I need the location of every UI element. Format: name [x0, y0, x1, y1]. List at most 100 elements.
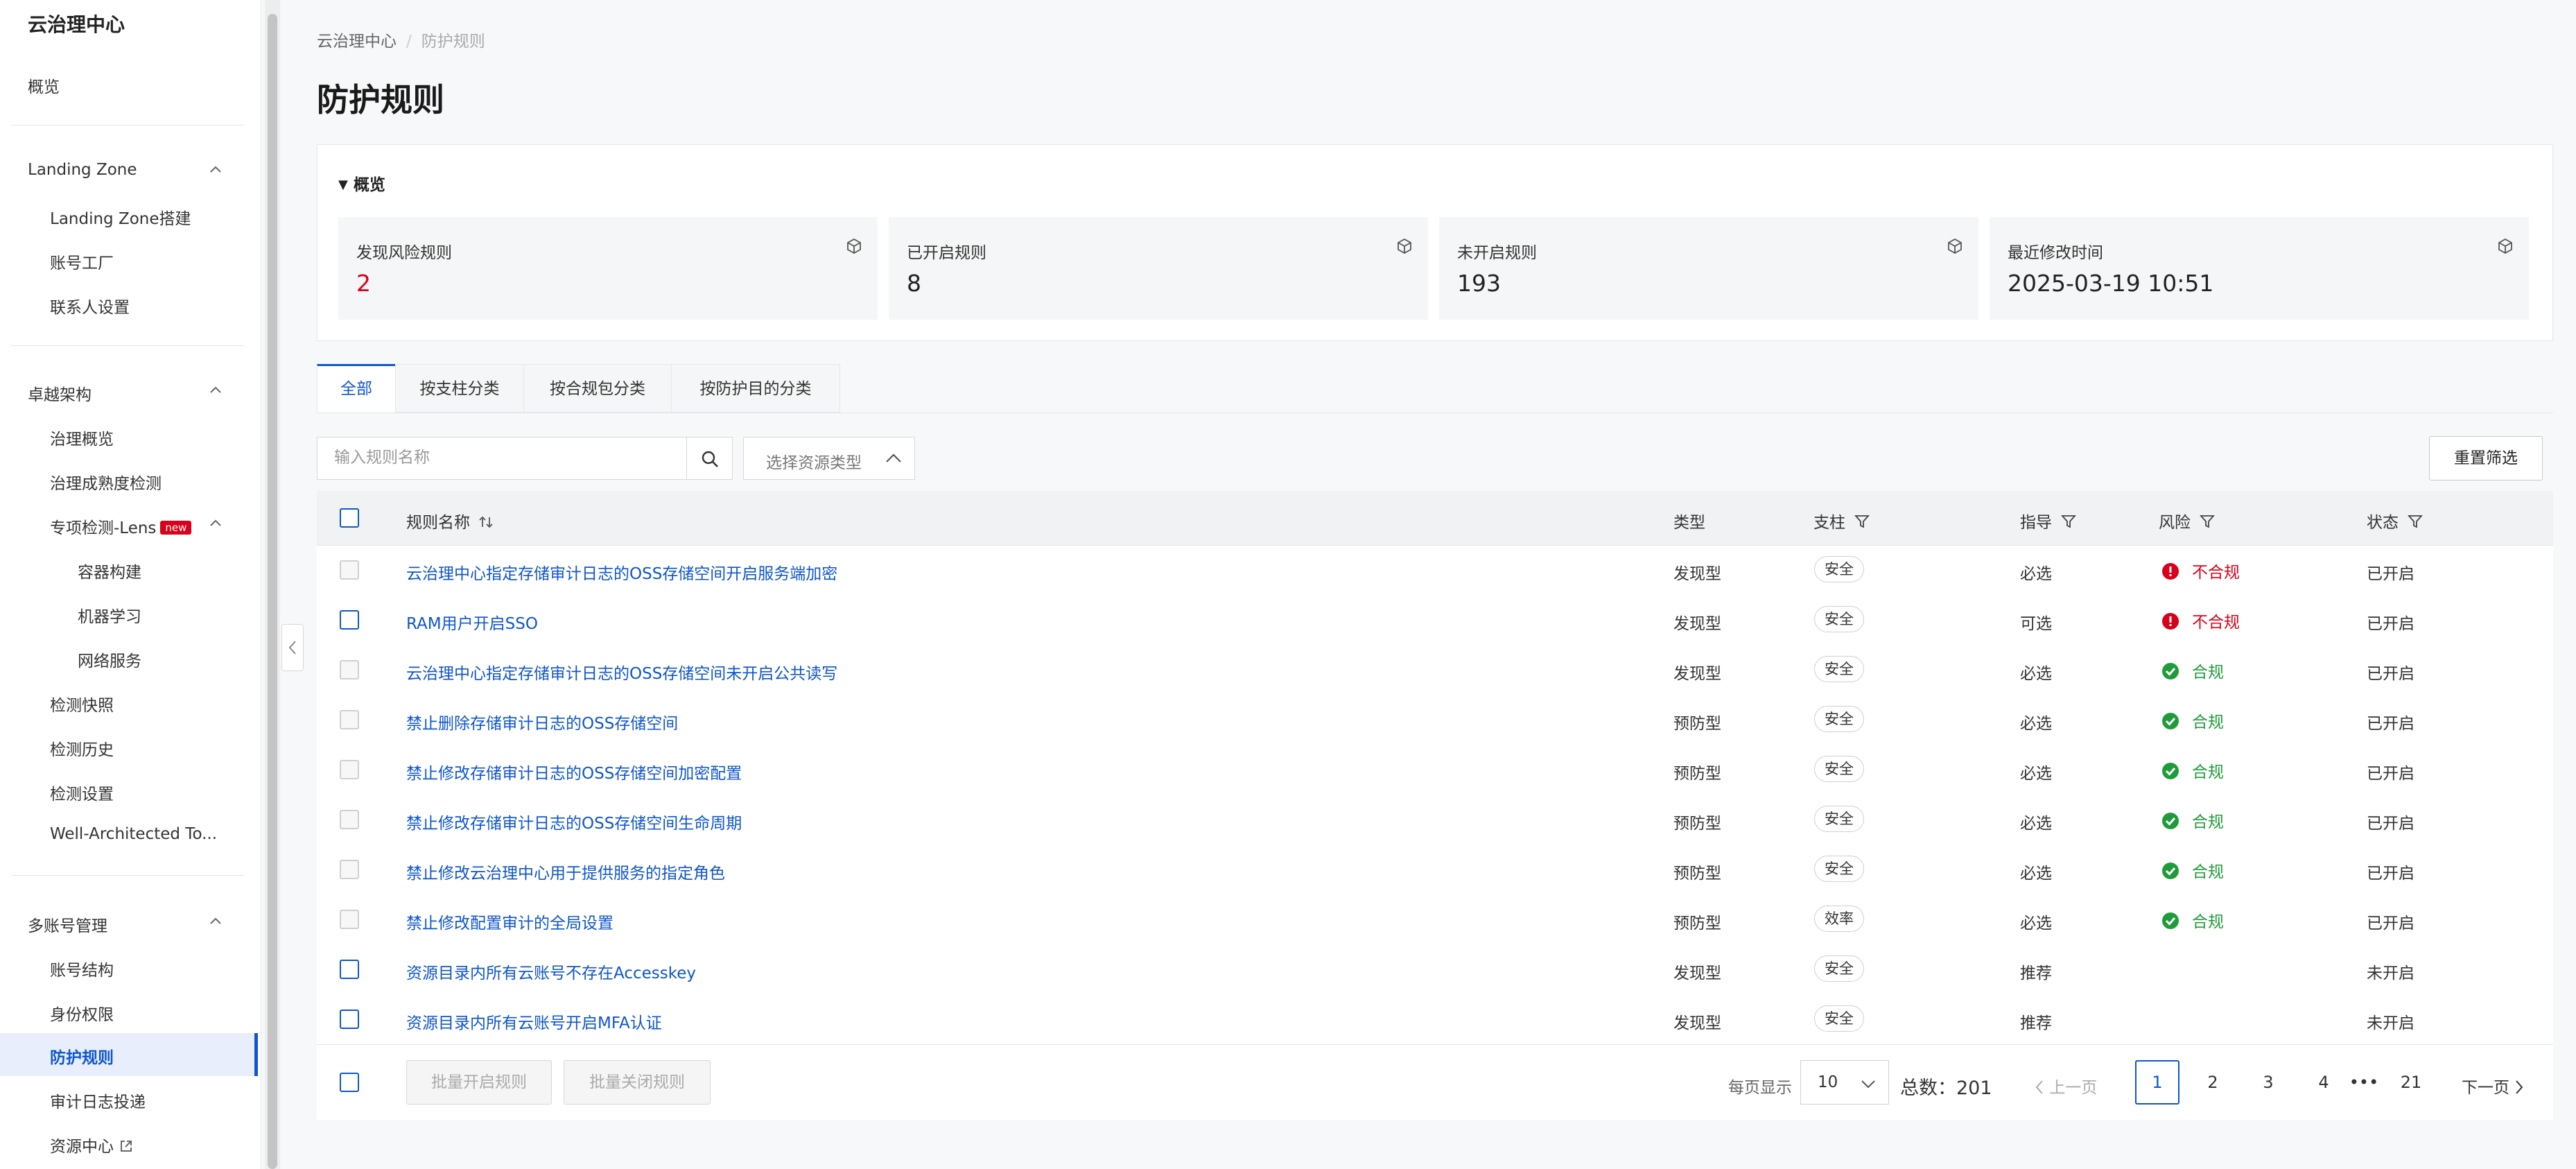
reset-filters-button[interactable]: 重置筛选	[2429, 436, 2543, 480]
sidebar-item-well-architected[interactable]: Well-Architected To...	[50, 825, 217, 843]
sidebar-item-history[interactable]: 检测历史	[50, 736, 114, 760]
guidance-value: 可选	[2020, 615, 2052, 633]
rule-name-link[interactable]: 禁止修改配置审计的全局设置	[406, 910, 613, 933]
cube-icon[interactable]	[846, 238, 862, 254]
filter-icon[interactable]	[2060, 513, 2077, 530]
sidebar-item-network[interactable]: 网络服务	[78, 648, 141, 671]
rule-name-link[interactable]: 资源目录内所有云账号不存在Accesskey	[406, 960, 696, 983]
tab-by-protection-purpose[interactable]: 按防护目的分类	[671, 364, 840, 413]
batch-disable-button[interactable]: 批量关闭规则	[564, 1060, 711, 1105]
sort-icon[interactable]	[478, 514, 494, 530]
risk-status: 合规	[2161, 808, 2224, 832]
row-checkbox[interactable]	[340, 960, 359, 979]
chevron-up-icon[interactable]	[209, 384, 222, 397]
rule-status: 已开启	[2367, 865, 2414, 883]
sidebar-item-ml[interactable]: 机器学习	[78, 603, 141, 627]
sidebar-item-guardrails-label: 防护规则	[50, 1049, 114, 1067]
pillar-tag: 效率	[1814, 906, 1864, 932]
overview-toggle[interactable]: ▼ 概览	[338, 171, 385, 195]
tab-by-pillar[interactable]: 按支柱分类	[395, 364, 524, 413]
sidebar-item-landing-zone-build[interactable]: Landing Zone搭建	[50, 205, 191, 229]
pillar-tag: 安全	[1814, 856, 1864, 882]
chevron-left-icon	[288, 641, 296, 655]
chevron-right-icon	[2516, 1080, 2523, 1094]
sidebar-item-account-factory[interactable]: 账号工厂	[50, 250, 114, 273]
column-header-name-label: 规则名称	[406, 514, 470, 532]
sidebar-item-snapshots[interactable]: 检测快照	[50, 692, 114, 716]
sidebar-item-overview[interactable]: 概览	[28, 73, 60, 97]
rule-name-link[interactable]: 禁止修改存储审计日志的OSS存储空间生命周期	[406, 810, 742, 833]
rule-name-link[interactable]: 云治理中心指定存储审计日志的OSS存储空间未开启公共读写	[406, 660, 837, 684]
rule-name-link[interactable]: RAM用户开启SSO	[406, 610, 538, 634]
rule-name-link[interactable]: 资源目录内所有云账号开启MFA认证	[406, 1010, 662, 1033]
footer-select-all-checkbox[interactable]	[340, 1073, 359, 1092]
overview-panel: ▼ 概览 发现风险规则 2 已开启规则 8 未开启规则 193 最近修改时间 20…	[317, 144, 2553, 341]
column-header-guidance[interactable]: 指导	[2020, 509, 2077, 532]
sidebar-group-landing-zone[interactable]: Landing Zone	[28, 161, 137, 179]
sidebar-item-lens[interactable]: 专项检测-Lens new	[50, 514, 192, 538]
sidebar-item-check-settings[interactable]: 检测设置	[50, 781, 114, 804]
column-header-risk-label: 风险	[2159, 514, 2191, 532]
page-button-3[interactable]: 3	[2246, 1060, 2290, 1105]
sidebar-group-multi-account[interactable]: 多账号管理	[28, 912, 107, 936]
sidebar-item-governance-overview[interactable]: 治理概览	[50, 426, 114, 449]
rule-status: 已开启	[2367, 615, 2414, 633]
rule-name-link[interactable]: 禁止删除存储审计日志的OSS存储空间	[406, 710, 678, 734]
pillar-tag: 安全	[1814, 556, 1864, 582]
row-checkbox[interactable]	[340, 610, 359, 630]
sidebar-item-account-structure[interactable]: 账号结构	[50, 957, 114, 980]
chevron-up-icon[interactable]	[209, 164, 222, 176]
rule-name-link[interactable]: 禁止修改云治理中心用于提供服务的指定角色	[406, 860, 725, 883]
search-button[interactable]	[687, 437, 733, 480]
resource-type-select[interactable]: 选择资源类型	[743, 437, 915, 480]
filter-icon[interactable]	[2199, 513, 2216, 530]
page-button-2[interactable]: 2	[2191, 1060, 2235, 1105]
page-button-21[interactable]: 21	[2389, 1060, 2433, 1105]
rule-status: 已开启	[2367, 815, 2414, 833]
rule-name-link[interactable]: 禁止修改存储审计日志的OSS存储空间加密配置	[406, 760, 742, 783]
chevron-up-icon[interactable]	[209, 915, 222, 928]
search-input[interactable]	[317, 438, 685, 478]
rule-type: 发现型	[1673, 665, 1721, 683]
page-button-1[interactable]: 1	[2135, 1060, 2179, 1105]
column-header-pillar[interactable]: 支柱	[1813, 509, 1870, 532]
guidance-value: 推荐	[2020, 1014, 2052, 1032]
sidebar-item-guardrails[interactable]: 防护规则	[0, 1033, 258, 1076]
breadcrumb-root[interactable]: 云治理中心	[317, 33, 397, 51]
prev-page-button[interactable]: 上一页	[2035, 1074, 2097, 1098]
risk-label: 合规	[2192, 664, 2224, 682]
cube-icon[interactable]	[1396, 238, 1413, 254]
sidebar-scrollbar-thumb[interactable]	[268, 14, 277, 1169]
stat-card-last-modified: 最近修改时间 2025-03-19 10:51	[1990, 217, 2529, 320]
row-checkbox[interactable]	[340, 1010, 359, 1029]
batch-enable-button[interactable]: 批量开启规则	[406, 1060, 552, 1105]
page-ellipsis[interactable]: •••	[2344, 1060, 2383, 1105]
column-header-name[interactable]: 规则名称	[406, 509, 494, 532]
row-checkbox	[340, 810, 359, 829]
cube-icon[interactable]	[2497, 238, 2514, 254]
next-page-button[interactable]: 下一页	[2462, 1074, 2524, 1098]
rule-name-link[interactable]: 云治理中心指定存储审计日志的OSS存储空间开启服务端加密	[406, 560, 837, 584]
filter-icon[interactable]	[1854, 513, 1870, 530]
collapse-sidebar-button[interactable]	[281, 624, 304, 671]
sidebar-item-maturity-check[interactable]: 治理成熟度检测	[50, 470, 162, 494]
cube-icon[interactable]	[1947, 238, 1963, 254]
tab-all[interactable]: 全部	[317, 364, 396, 413]
chevron-up-icon[interactable]	[209, 517, 222, 530]
guidance-value: 必选	[2020, 715, 2052, 733]
sidebar-item-audit-delivery[interactable]: 审计日志投递	[50, 1089, 146, 1112]
filter-icon[interactable]	[2407, 513, 2423, 530]
sidebar-item-contact-settings[interactable]: 联系人设置	[50, 294, 130, 318]
page-size-select[interactable]: 10	[1800, 1060, 1889, 1105]
column-header-risk[interactable]: 风险	[2159, 509, 2216, 532]
tab-by-compliance-pack[interactable]: 按合规包分类	[523, 364, 672, 413]
sidebar-item-identity[interactable]: 身份权限	[50, 1001, 114, 1025]
column-header-status[interactable]: 状态	[2367, 509, 2423, 532]
page-button-4[interactable]: 4	[2301, 1060, 2346, 1105]
sidebar-item-container[interactable]: 容器构建	[78, 559, 141, 582]
select-all-checkbox[interactable]	[340, 508, 359, 528]
sidebar-item-resource-center[interactable]: 资源中心	[50, 1133, 133, 1157]
breadcrumb-separator: /	[406, 33, 412, 51]
sidebar-group-architecture[interactable]: 卓越架构	[28, 381, 92, 405]
rules-table: 规则名称 类型 支柱 指导 风险 状态 云治理中心指定存储审计日志的OSS存储空…	[317, 491, 2553, 1120]
